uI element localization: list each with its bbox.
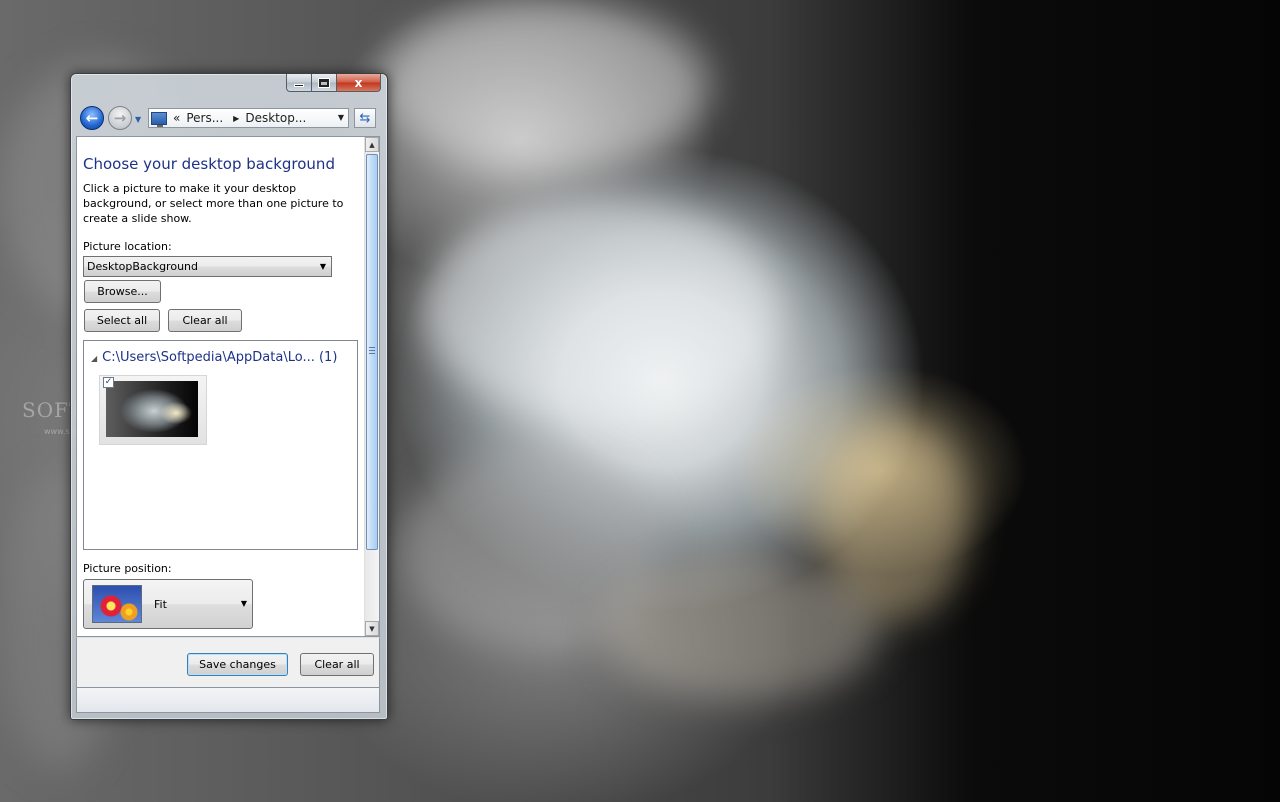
content-pane: Choose your desktop background Click a p…	[76, 136, 380, 637]
forward-arrow-icon: →	[113, 109, 127, 127]
close-icon: x	[354, 75, 363, 90]
breadcrumb-desktop-background[interactable]: Desktop...	[245, 111, 306, 125]
picture-position-label: Picture position:	[83, 562, 172, 575]
back-arrow-icon: ←	[85, 109, 99, 127]
maximize-icon	[319, 78, 329, 87]
refresh-button[interactable]: ⇆	[354, 108, 376, 128]
picture-position-select[interactable]: Fit ▼	[83, 579, 253, 629]
minimize-icon	[294, 83, 304, 87]
refresh-icon: ⇆	[359, 110, 371, 126]
collapse-triangle-icon[interactable]: ◢	[91, 354, 97, 363]
position-preview-image	[92, 585, 142, 623]
recent-pages-dropdown[interactable]: ▼	[135, 115, 141, 124]
chevron-down-icon: ▼	[240, 599, 247, 608]
gallery-group-label: C:\Users\Softpedia\AppData\Lo... (1)	[102, 350, 338, 365]
breadcrumb-personalization[interactable]: Pers...	[186, 111, 223, 125]
picture-location-select[interactable]: DesktopBackground ▼	[83, 256, 332, 277]
thumbnail-checkbox[interactable]: ✓	[103, 377, 114, 388]
back-button[interactable]: ←	[80, 106, 104, 130]
address-bar[interactable]: « Pers... ▶ Desktop... ▼	[148, 108, 349, 128]
close-button[interactable]: x	[337, 74, 381, 92]
wallpaper-thumbnail-image	[106, 381, 198, 437]
scroll-down-button[interactable]: ▼	[365, 621, 379, 636]
vertical-scrollbar[interactable]: ▲ ▼	[364, 137, 379, 636]
save-changes-button[interactable]: Save changes	[187, 653, 288, 676]
forward-button[interactable]: →	[108, 106, 132, 130]
personalization-window: x ← → ▼ « Pers... ▶ Desktop... ▼ ⇆ Choos…	[70, 73, 388, 720]
footer-bar: Save changes Clear all	[76, 637, 380, 688]
address-overflow[interactable]: «	[173, 111, 180, 125]
scrollbar-grip-icon	[369, 347, 375, 354]
breadcrumb-separator-icon[interactable]: ▶	[233, 114, 239, 123]
control-panel-icon	[151, 111, 167, 127]
picture-gallery[interactable]: ◢ C:\Users\Softpedia\AppData\Lo... (1) ✓	[83, 340, 358, 550]
scroll-up-button[interactable]: ▲	[365, 137, 379, 152]
minimize-button[interactable]	[286, 74, 312, 92]
wallpaper-cloud	[820, 420, 970, 620]
maximize-button[interactable]	[312, 74, 337, 92]
scrollbar-thumb[interactable]	[366, 154, 378, 550]
address-dropdown-icon[interactable]: ▼	[338, 113, 344, 122]
browse-button[interactable]: Browse...	[84, 280, 161, 303]
chevron-down-icon: ▼	[319, 262, 326, 271]
select-all-button[interactable]: Select all	[84, 309, 160, 332]
navigation-bar: ← → ▼ « Pers... ▶ Desktop... ▼ ⇆	[78, 104, 378, 136]
page-title: Choose your desktop background	[83, 155, 335, 173]
picture-location-value: DesktopBackground	[87, 260, 198, 273]
caption-buttons: x	[286, 74, 381, 92]
cancel-button[interactable]: Clear all	[300, 653, 374, 676]
picture-location-label: Picture location:	[83, 240, 172, 253]
clear-all-selection-button[interactable]: Clear all	[168, 309, 242, 332]
picture-position-value: Fit	[154, 598, 167, 611]
gallery-group-header[interactable]: ◢ C:\Users\Softpedia\AppData\Lo... (1)	[91, 350, 337, 365]
wallpaper-cloud	[380, 0, 710, 170]
wallpaper-cloud	[420, 200, 780, 420]
page-description: Click a picture to make it your desktop …	[83, 182, 344, 225]
status-bar	[76, 688, 380, 713]
gallery-thumbnail[interactable]: ✓	[99, 375, 207, 445]
